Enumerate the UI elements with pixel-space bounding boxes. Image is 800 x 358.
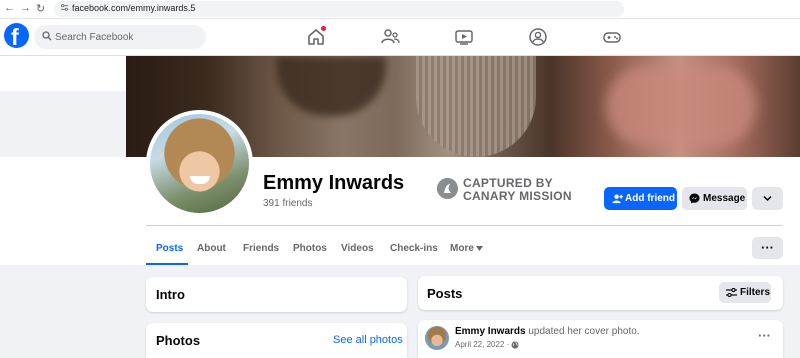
logo-letter: f <box>11 24 19 50</box>
post-author-avatar[interactable] <box>425 326 449 350</box>
chevron-down-icon <box>763 195 772 202</box>
posts-title: Posts <box>427 286 463 301</box>
site-info-icon[interactable] <box>60 3 69 12</box>
post-date[interactable]: April 22, 2022 · <box>455 340 509 349</box>
cover-sweater-shape <box>416 56 536 157</box>
cover-hand-shape <box>606 66 756 146</box>
back-icon[interactable]: ← <box>4 2 15 14</box>
tab-videos[interactable]: Videos <box>341 243 374 254</box>
tab-more[interactable]: More <box>450 243 474 254</box>
facebook-logo[interactable]: f <box>4 23 29 50</box>
message-button[interactable]: Message <box>682 187 747 210</box>
notification-dot-icon <box>321 26 326 31</box>
intro-card: Intro <box>146 277 407 312</box>
add-friend-label: Add friend <box>625 193 675 204</box>
add-friend-button[interactable]: Add friend <box>604 187 677 210</box>
more-options-button[interactable]: ··· <box>752 237 783 259</box>
groups-icon[interactable] <box>528 27 548 47</box>
left-blank-area <box>0 56 126 91</box>
message-label: Message <box>703 193 746 204</box>
profile-divider <box>146 225 783 226</box>
url-text[interactable]: facebook.com/emmy.inwards.5 <box>72 3 195 13</box>
profile-name: Emmy Inwards <box>263 172 405 194</box>
cover-hair-shape <box>276 56 386 116</box>
search-input[interactable] <box>55 28 200 46</box>
messenger-icon <box>689 193 700 204</box>
reload-icon[interactable]: ↻ <box>36 2 45 15</box>
post-options-icon[interactable]: ··· <box>758 328 771 343</box>
post-author-name[interactable]: Emmy Inwards <box>455 326 526 337</box>
canary-mission-icon <box>437 178 458 199</box>
friends-icon[interactable] <box>380 27 400 47</box>
add-friend-icon <box>612 194 623 204</box>
stamp-line-2: CANARY MISSION <box>463 189 572 203</box>
post-header-line: Emmy Inwards updated her cover photo. <box>455 326 640 337</box>
gaming-icon[interactable] <box>602 27 622 47</box>
tab-posts[interactable]: Posts <box>156 243 183 254</box>
tab-friends[interactable]: Friends <box>243 243 279 254</box>
intro-title: Intro <box>156 287 185 302</box>
filters-icon <box>726 288 737 297</box>
public-globe-icon <box>511 341 519 349</box>
profile-avatar[interactable] <box>146 110 253 217</box>
caret-down-icon[interactable] <box>476 246 483 251</box>
see-all-photos-link[interactable]: See all photos <box>333 334 403 346</box>
filters-label: Filters <box>740 287 771 298</box>
search-icon <box>42 31 52 41</box>
tab-photos[interactable]: Photos <box>293 243 327 254</box>
photos-title: Photos <box>156 333 201 348</box>
tab-about[interactable]: About <box>197 243 226 254</box>
active-tab-indicator <box>146 263 188 265</box>
avatar-smile <box>190 176 210 184</box>
watch-icon[interactable] <box>454 27 474 47</box>
stamp-line-1: CAPTURED BY <box>463 176 553 190</box>
browser-bar: ← → ↻ facebook.com/emmy.inwards.5 <box>0 0 800 19</box>
facebook-header: f <box>0 19 800 56</box>
search-box[interactable] <box>34 25 206 49</box>
profile-dropdown-button[interactable] <box>752 187 783 210</box>
post-action-text: updated her cover photo. <box>528 326 640 337</box>
tab-check-ins[interactable]: Check-ins <box>390 243 438 254</box>
friends-count[interactable]: 391 friends <box>263 198 312 209</box>
filters-button[interactable]: Filters <box>719 282 771 303</box>
forward-icon[interactable]: → <box>20 2 31 14</box>
